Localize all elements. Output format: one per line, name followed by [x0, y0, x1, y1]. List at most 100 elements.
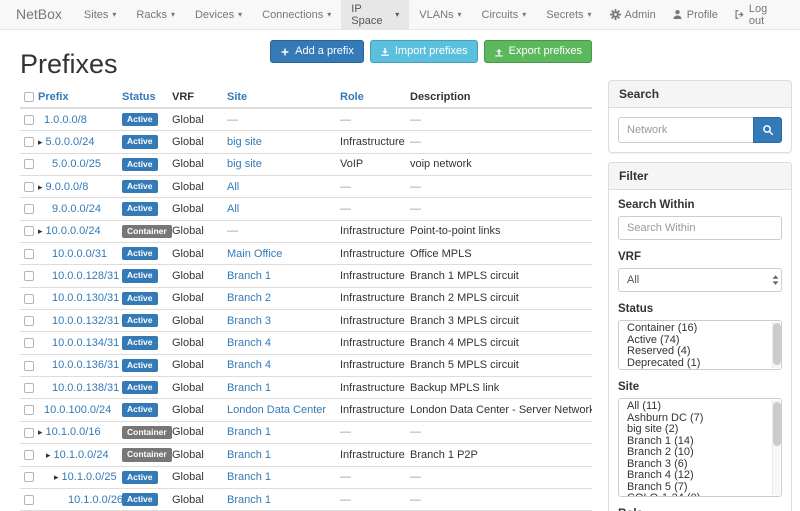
- site-link[interactable]: Branch 4: [227, 359, 271, 371]
- option-all-11[interactable]: All (11): [619, 401, 781, 413]
- row-select-cell: [20, 287, 38, 309]
- row-select-cell: [20, 176, 38, 198]
- nav-item-sites[interactable]: Sites▾: [74, 0, 126, 29]
- filter-panel-title: Filter: [609, 163, 791, 190]
- prefix-link[interactable]: 10.1.0.0/16: [46, 426, 101, 438]
- nav-item-admin[interactable]: Admin: [602, 0, 664, 29]
- row-checkbox[interactable]: [24, 182, 34, 192]
- site-link[interactable]: Branch 1: [227, 449, 271, 461]
- nav-item-ip-space[interactable]: IP Space▾: [341, 0, 409, 29]
- row-checkbox[interactable]: [24, 159, 34, 169]
- option-reserved-4[interactable]: Reserved (4): [619, 346, 781, 358]
- site-link[interactable]: Main Office: [227, 248, 282, 260]
- site-link[interactable]: big site: [227, 158, 262, 170]
- row-checkbox[interactable]: [24, 271, 34, 281]
- description-cell: —: [410, 421, 592, 443]
- empty-value: —: [340, 203, 351, 215]
- site-link[interactable]: Branch 3: [227, 315, 271, 327]
- import-prefixes-button[interactable]: Import prefixes: [370, 40, 478, 63]
- site-cell: All: [227, 176, 340, 198]
- row-checkbox[interactable]: [24, 338, 34, 348]
- site-link[interactable]: Branch 4: [227, 337, 271, 349]
- option-branch-2-10[interactable]: Branch 2 (10): [619, 447, 781, 459]
- prefix-link[interactable]: 9.0.0.0/8: [46, 181, 89, 193]
- row-checkbox[interactable]: [24, 405, 34, 415]
- role-cell: Infrastructure: [340, 243, 410, 265]
- row-checkbox[interactable]: [24, 316, 34, 326]
- prefix-link[interactable]: 10.1.0.0/26: [68, 494, 122, 506]
- prefix-link[interactable]: 9.0.0.0/24: [52, 203, 101, 215]
- row-checkbox[interactable]: [24, 226, 34, 236]
- nav-item-secrets[interactable]: Secrets▾: [536, 0, 601, 29]
- site-link[interactable]: All: [227, 181, 239, 193]
- prefix-link[interactable]: 10.0.0.0/24: [46, 225, 101, 237]
- prefix-link[interactable]: 10.1.0.0/25: [62, 471, 117, 483]
- nav-item-log-out[interactable]: Log out: [726, 0, 792, 29]
- site-link[interactable]: All: [227, 203, 239, 215]
- option-colo-1-24-0[interactable]: COLO-1-24 (0): [619, 493, 781, 497]
- nav-item-profile[interactable]: Profile: [664, 0, 726, 29]
- prefix-link[interactable]: 10.0.0.0/31: [52, 248, 107, 260]
- brand[interactable]: NetBox: [16, 0, 62, 29]
- scrollbar-thumb[interactable]: [773, 323, 781, 365]
- search-button[interactable]: [753, 117, 782, 143]
- prefix-link[interactable]: 10.0.0.136/31: [52, 359, 119, 371]
- row-checkbox[interactable]: [24, 115, 34, 125]
- site-link[interactable]: Branch 1: [227, 471, 271, 483]
- empty-value: —: [410, 471, 421, 483]
- prefix-link[interactable]: 5.0.0.0/25: [52, 158, 101, 170]
- row-checkbox[interactable]: [24, 383, 34, 393]
- site-cell: London Data Center: [227, 399, 340, 421]
- vrf-select[interactable]: All: [618, 268, 782, 292]
- row-checkbox[interactable]: [24, 249, 34, 259]
- site-link[interactable]: big site: [227, 136, 262, 148]
- site-label: Site: [618, 381, 782, 393]
- site-link[interactable]: London Data Center: [227, 404, 326, 416]
- prefix-link[interactable]: 10.0.100.0/24: [44, 404, 111, 416]
- row-checkbox[interactable]: [24, 428, 34, 438]
- site-link[interactable]: Branch 1: [227, 382, 271, 394]
- search-within-input[interactable]: [618, 216, 782, 240]
- row-checkbox[interactable]: [24, 450, 34, 460]
- option-container-16[interactable]: Container (16): [619, 323, 781, 335]
- site-link[interactable]: Branch 2: [227, 292, 271, 304]
- column-sort-link[interactable]: Role: [340, 91, 364, 103]
- nav-item-vlans[interactable]: VLANs▾: [409, 0, 471, 29]
- row-checkbox[interactable]: [24, 204, 34, 214]
- prefix-link[interactable]: 10.0.0.128/31: [52, 270, 119, 282]
- search-input[interactable]: [618, 117, 753, 143]
- site-link[interactable]: Branch 1: [227, 494, 271, 506]
- site-cell: Main Office: [227, 243, 340, 265]
- row-checkbox[interactable]: [24, 137, 34, 147]
- vrf-cell: Global: [172, 444, 227, 466]
- prefix-link[interactable]: 1.0.0.0/8: [44, 114, 87, 126]
- prefix-link[interactable]: 10.0.0.130/31: [52, 292, 119, 304]
- column-sort-link[interactable]: Status: [122, 91, 156, 103]
- prefix-link[interactable]: 10.0.0.138/31: [52, 382, 119, 394]
- scrollbar-thumb[interactable]: [773, 402, 781, 446]
- nav-item-circuits[interactable]: Circuits▾: [472, 0, 537, 29]
- nav-item-devices[interactable]: Devices▾: [185, 0, 252, 29]
- prefix-link[interactable]: 10.0.0.132/31: [52, 315, 119, 327]
- column-sort-link[interactable]: Prefix: [38, 91, 69, 103]
- select-all-checkbox[interactable]: [24, 92, 34, 102]
- row-checkbox[interactable]: [24, 361, 34, 371]
- option-deprecated-1[interactable]: Deprecated (1): [619, 358, 781, 370]
- prefix-link[interactable]: 10.0.0.134/31: [52, 337, 119, 349]
- prefix-link[interactable]: 5.0.0.0/24: [46, 136, 95, 148]
- option-big-site-2[interactable]: big site (2): [619, 424, 781, 436]
- column-sort-link[interactable]: Site: [227, 91, 247, 103]
- site-link[interactable]: Branch 1: [227, 270, 271, 282]
- add-a-prefix-button[interactable]: Add a prefix: [270, 40, 364, 63]
- row-checkbox[interactable]: [24, 294, 34, 304]
- site-link[interactable]: Branch 1: [227, 426, 271, 438]
- chevron-down-icon: ▾: [522, 11, 526, 19]
- nav-item-racks[interactable]: Racks▾: [126, 0, 185, 29]
- export-prefixes-button[interactable]: Export prefixes: [484, 40, 592, 63]
- prefix-link[interactable]: 10.1.0.0/24: [54, 449, 109, 461]
- nav-item-connections[interactable]: Connections▾: [252, 0, 341, 29]
- option-branch-4-12[interactable]: Branch 4 (12): [619, 470, 781, 482]
- row-checkbox[interactable]: [24, 472, 34, 482]
- table-row: 10.1.0.0/26ActiveGlobalBranch 1——: [20, 488, 592, 510]
- row-checkbox[interactable]: [24, 495, 34, 505]
